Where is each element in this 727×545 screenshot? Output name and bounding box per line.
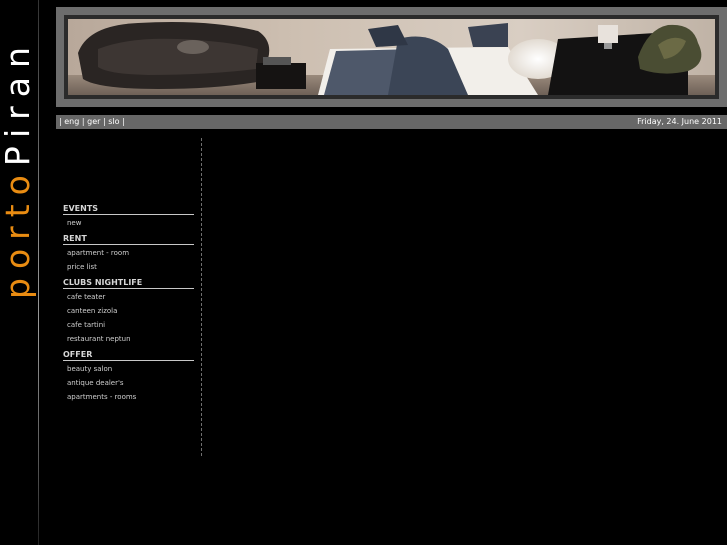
nav-item-cafe-tartini[interactable]: cafe tartini [63,318,194,332]
logo-divider-line [38,0,39,545]
nav-heading-offer[interactable]: OFFER [63,349,194,361]
banner-interior-image [68,19,715,95]
logo-column: portoPiran [0,0,40,545]
nav-item-restaurant-neptun[interactable]: restaurant neptun [63,332,194,346]
nav-heading-events[interactable]: EVENTS [63,203,194,215]
nav-item-apartment-room[interactable]: apartment - room [63,246,194,260]
nav-item-canteen-zizola[interactable]: canteen zizola [63,304,194,318]
lang-link-slo[interactable]: slo [108,117,119,126]
nav-item-new[interactable]: new [63,216,194,230]
nav-item-beauty-salon[interactable]: beauty salon [63,362,194,376]
banner-photo [68,19,715,95]
language-links: | eng | ger | slo | [59,117,125,126]
logo-part-porto: porto [0,166,37,299]
current-date: Friday, 24. June 2011 [637,117,722,126]
logo-part-piran: Piran [0,38,37,167]
site-logo[interactable]: portoPiran [0,38,37,299]
language-bar: | eng | ger | slo | Friday, 24. June 201… [56,115,727,129]
nav-heading-clubs-nightlife[interactable]: CLUBS NIGHTLIFE [63,277,194,289]
banner-inner [64,15,719,99]
nav-item-apartments-rooms[interactable]: apartments - rooms [63,390,194,404]
nav-item-cafe-teater[interactable]: cafe teater [63,290,194,304]
nav-heading-rent[interactable]: RENT [63,233,194,245]
nav-item-antique-dealers[interactable]: antique dealer's [63,376,194,390]
banner-frame [56,7,727,107]
lang-link-eng[interactable]: eng [64,117,79,126]
lang-link-ger[interactable]: ger [87,117,100,126]
sidebar-nav: EVENTS new RENT apartment - room price l… [63,203,194,404]
content-divider [201,138,202,456]
nav-item-price-list[interactable]: price list [63,260,194,274]
